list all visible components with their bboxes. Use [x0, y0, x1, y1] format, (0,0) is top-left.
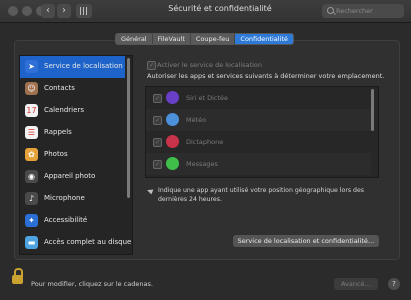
sidebar-item-label: Contacts	[44, 84, 75, 92]
lock-instruction-text: Pour modifier, cliquez sur le cadenas.	[31, 280, 153, 288]
sidebar-item-label: Calendriers	[44, 106, 84, 114]
contacts-icon: ☺	[25, 82, 38, 95]
sidebar-scrollbar[interactable]	[127, 58, 130, 198]
sidebar-item-label: Appareil photo	[44, 172, 96, 180]
sidebar-item[interactable]: ➤ Service de localisation	[20, 56, 125, 78]
app-label: Messages	[186, 160, 218, 168]
weather-icon	[166, 113, 179, 126]
sidebar-item-label: Accessibilité	[44, 216, 88, 224]
help-button[interactable]: ?	[388, 278, 400, 290]
sidebar-item[interactable]: ☺ Contacts	[20, 78, 125, 100]
window-title: Sécurité et confidentialité	[168, 4, 272, 13]
title-bar: ‹ › Sécurité et confidentialité Recherch…	[0, 0, 411, 23]
app-row: ✓ Météo	[146, 109, 371, 131]
app-location-checkbox[interactable]: ✓	[153, 94, 162, 103]
recent-location-note: Indique une app ayant utilisé votre posi…	[158, 187, 365, 203]
location-arrow-icon: ➤	[25, 60, 38, 73]
app-row: ✓ Dictaphone	[146, 131, 371, 153]
tab-filevault[interactable]: FileVault	[153, 34, 191, 44]
messages-icon	[166, 157, 179, 170]
close-window-button[interactable]	[8, 6, 18, 16]
sidebar-item-label: Service de localisation	[44, 62, 123, 70]
forward-button[interactable]: ›	[57, 4, 71, 18]
tab-general[interactable]: Général	[116, 34, 153, 44]
search-field[interactable]: Rechercher	[322, 4, 404, 18]
apps-list-scrollbar[interactable]	[371, 89, 374, 131]
lock-icon[interactable]	[12, 268, 23, 284]
sidebar-item[interactable]: ✦ Accessibilité	[20, 210, 125, 232]
accessibility-icon: ✦	[25, 214, 38, 227]
enable-location-label: Activer le service de localisation	[157, 61, 263, 69]
app-label: Siri et Dictée	[186, 94, 229, 102]
privacy-category-list: ➤ Service de localisation ☺ Contacts 17 Calen…	[19, 55, 133, 255]
search-placeholder: Rechercher	[336, 7, 373, 15]
location-apps-list: ✓ Siri et Dictée ✓ Météo ✓ Dictaphone ✓ Message…	[145, 86, 379, 178]
sidebar-item[interactable]: ◉ Appareil photo	[20, 166, 125, 188]
sidebar-item-label: Rappels	[44, 128, 72, 136]
reminders-icon: ☰	[25, 126, 38, 139]
app-row: ✓ Siri et Dictée	[146, 87, 371, 109]
sidebar-item[interactable]: ✿ Photos	[20, 144, 125, 166]
app-location-checkbox[interactable]: ✓	[153, 116, 162, 125]
app-label: Météo	[186, 116, 207, 124]
sidebar-item-label: Accès complet au disque	[44, 238, 132, 246]
allow-apps-label: Autoriser les apps et services suivants …	[147, 72, 385, 80]
microphone-icon: ♪	[25, 192, 38, 205]
minimize-window-button[interactable]	[22, 6, 32, 16]
sidebar-item[interactable]: 17 Calendriers	[20, 100, 125, 122]
preferences-window: ‹ › Sécurité et confidentialité Recherch…	[0, 0, 411, 300]
tab-privacy[interactable]: Confidentialité	[235, 34, 293, 44]
sidebar-item[interactable]: ☰ Rappels	[20, 122, 125, 144]
sidebar-item-label: Microphone	[44, 194, 85, 202]
calendar-icon: 17	[25, 104, 38, 117]
app-row: ✓ Messages	[146, 153, 371, 175]
sidebar-item[interactable]: ♪ Microphone	[20, 188, 125, 210]
sidebar-item[interactable]: ▬ Accès complet au disque	[20, 232, 131, 254]
camera-icon: ◉	[25, 170, 38, 183]
back-button[interactable]: ‹	[41, 4, 55, 18]
show-all-grid-icon[interactable]	[76, 4, 92, 18]
location-privacy-details-button[interactable]: Service de localisation et confidentiali…	[233, 235, 379, 247]
tab-bar: Général FileVault Coupe-feu Confidential…	[115, 33, 294, 45]
photos-icon: ✿	[25, 148, 38, 161]
enable-location-checkbox[interactable]: ✓	[147, 61, 156, 70]
siri-icon	[166, 91, 179, 104]
folder-icon: ▬	[25, 236, 38, 249]
tab-firewall[interactable]: Coupe-feu	[191, 34, 236, 44]
search-icon	[327, 7, 334, 14]
dictaphone-icon	[166, 135, 179, 148]
app-label: Dictaphone	[186, 138, 224, 146]
app-location-checkbox[interactable]: ✓	[153, 138, 162, 147]
sidebar-item-label: Photos	[44, 150, 68, 158]
advanced-button[interactable]: Avancé…	[334, 278, 378, 290]
app-location-checkbox[interactable]: ✓	[153, 160, 162, 169]
